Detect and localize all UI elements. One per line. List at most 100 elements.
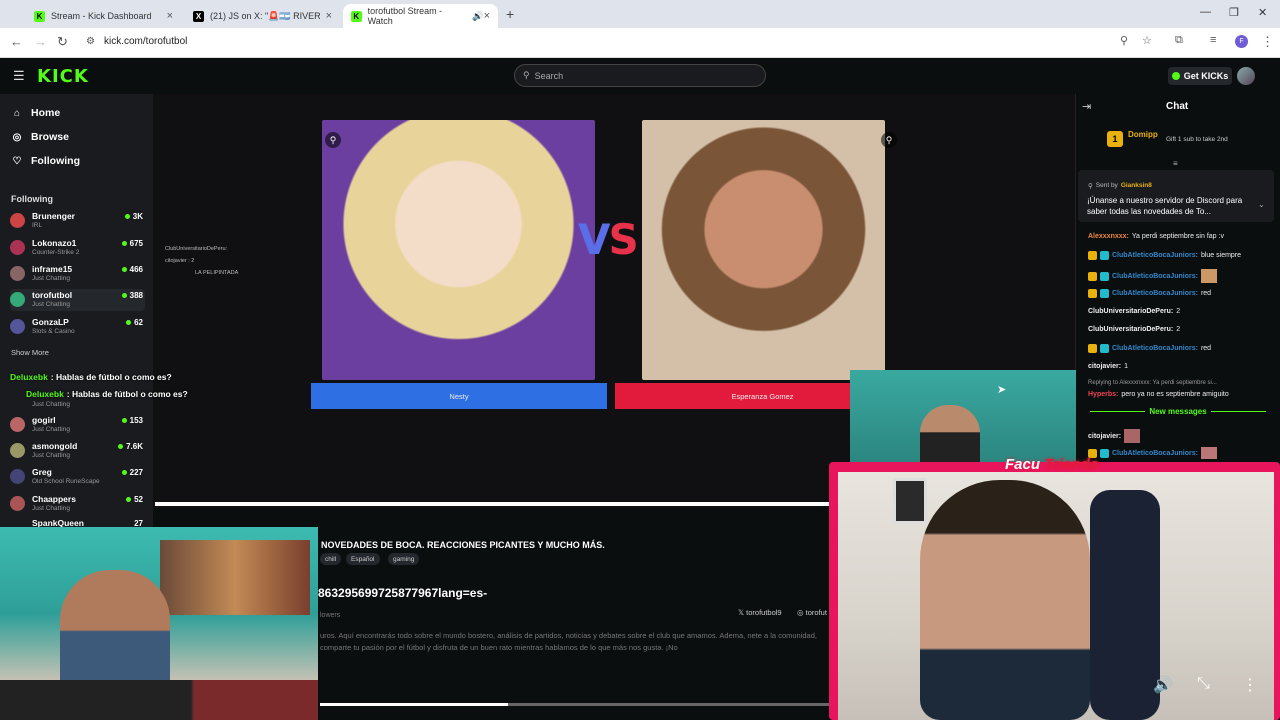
forward-icon[interactable]: → [34, 34, 47, 49]
channel-name: torofutbol [32, 290, 73, 300]
restore-icon[interactable]: ❐ [1229, 6, 1239, 19]
pinned-sender-name: Gianksin8 [1120, 182, 1152, 189]
sidebar-item-inframe15[interactable]: inframe15 Just Chatting 466 [10, 263, 145, 285]
viewer-count: 466 [121, 265, 143, 274]
get-kicks-button[interactable]: Get KICKs [1168, 67, 1232, 85]
media-controls-icon[interactable]: ≡ [1210, 34, 1216, 46]
more-options-icon[interactable]: ⋮ [1242, 675, 1258, 695]
floating-chat-line: Deluxebk: Hablas de fútbol o como es? [26, 389, 188, 399]
viewer-count: 3K [124, 212, 143, 221]
nav-following[interactable]: ♡ Following [11, 155, 80, 167]
sidebar-item-gonzalp[interactable]: GonzaLP Slots & Casino 62 [10, 316, 145, 338]
zoom-icon[interactable]: ⚲ [1120, 34, 1128, 47]
browser-tab-torofutbol[interactable]: K torofutbol Stream - Watch 🔊 × [343, 4, 498, 28]
gift-sub-text[interactable]: Gift 1 sub to take 2nd [1166, 136, 1228, 143]
channel-name: Greg [32, 467, 52, 477]
sidebar-item-brunenger[interactable]: Brunenger IRL 3K [10, 210, 145, 232]
chat-username[interactable]: ClubUniversitarioDePeru: [1088, 308, 1173, 315]
avatar [10, 319, 25, 334]
search-input[interactable]: ⚲ Search [514, 64, 766, 87]
live-dot-icon [121, 241, 127, 246]
stream-divider-bar [155, 502, 835, 506]
sidebar-item-asmongold[interactable]: asmongold Just Chatting 7.6K [10, 440, 145, 462]
instagram-social-link[interactable]: ◎ torofut [797, 608, 827, 617]
reload-icon[interactable]: ↻ [57, 34, 68, 50]
kick-logo[interactable]: KICK [37, 66, 89, 87]
chat-message: ClubAtleticoBocaJuniors: red [1088, 289, 1211, 298]
contestant-photo-left [322, 120, 595, 380]
tag-espanol[interactable]: Español [346, 553, 380, 565]
chat-message: citojavier: [1088, 429, 1141, 443]
back-icon[interactable]: ← [10, 34, 23, 49]
close-icon[interactable]: × [326, 10, 332, 22]
kick-icon: K [34, 10, 45, 22]
chat-username[interactable]: ClubAtleticoBocaJuniors: [1112, 345, 1198, 352]
browser-tab-x[interactable]: X (21) JS on X: "🚨🇦🇷 RIVER PLATE × [185, 4, 340, 28]
browser-tab-kick-dashboard[interactable]: K Stream - Kick Dashboard × [26, 4, 181, 28]
chat-text: 2 [1176, 308, 1181, 315]
chat-message: ClubUniversitarioDePeru: 2 [1088, 308, 1180, 315]
chat-username[interactable]: citojavier: [1088, 433, 1121, 440]
viewer-count-value: 227 [129, 468, 143, 477]
avatar [10, 292, 25, 307]
x-social-link[interactable]: 𝕏 torofutbol9 [738, 608, 782, 617]
social-handle: torofutbol9 [746, 608, 782, 617]
close-icon[interactable]: × [167, 10, 173, 22]
vip-badge-icon [1100, 344, 1109, 353]
exit-fullscreen-icon[interactable]: ⤡ [1197, 675, 1210, 693]
chat-username[interactable]: ClubAtleticoBocaJuniors: [1112, 290, 1198, 297]
viewer-count: 7.6K [118, 442, 143, 451]
nav-browse[interactable]: ◎ Browse [11, 131, 69, 143]
volume-icon[interactable]: 🔊 [1153, 675, 1173, 695]
close-icon[interactable]: × [484, 10, 490, 22]
chat-username[interactable]: ClubUniversitarioDePeru: [1088, 326, 1173, 333]
sidebar-item-torofutbol[interactable]: torofutbol Just Chatting 388 [10, 289, 145, 311]
followers-label: lowers [320, 612, 341, 619]
kick-icon: K [351, 10, 362, 22]
sidebar-item-spankqueen[interactable]: SpankQueen 27 [10, 517, 145, 527]
chat-username[interactable]: Alexxxnxxx: [1088, 233, 1129, 240]
speaker-icon[interactable]: 🔊 [472, 11, 483, 22]
close-window-icon[interactable]: ✕ [1258, 6, 1267, 19]
channel-name: gogirl [32, 415, 56, 425]
url-field[interactable]: kick.com/torofutbol [104, 36, 187, 47]
viewer-count-value: 466 [129, 265, 143, 274]
sidebar-item-greg[interactable]: Greg Old School RuneScape 227 [10, 466, 145, 488]
chat-username[interactable]: ClubAtleticoBocaJuniors: [1112, 450, 1198, 457]
profile-avatar[interactable]: F [1235, 35, 1248, 48]
chat-text: : Hablas de fútbol o como es? [50, 372, 172, 382]
chat-username[interactable]: ClubAtleticoBocaJuniors: [1112, 273, 1198, 280]
tag-chill[interactable]: chill [320, 553, 342, 565]
sidebar-item-gogirl[interactable]: gogirl Just Chatting 153 [10, 414, 145, 436]
extensions-icon[interactable]: ⧉ [1175, 34, 1183, 47]
channel-category: Just Chatting [32, 401, 70, 408]
chat-username[interactable]: Hyperbs: [1088, 391, 1118, 398]
heart-icon: ♡ [12, 155, 22, 167]
channel-name: GonzaLP [32, 317, 69, 327]
chat-scroll-handle[interactable]: ≡ [1173, 159, 1178, 168]
chat-username[interactable]: citojavier: [1088, 363, 1121, 370]
user-avatar[interactable] [1237, 67, 1255, 85]
sidebar-item-lokonazo1[interactable]: Lokonazo1 Counter-Strike 2 675 [10, 237, 145, 259]
live-dot-icon [121, 293, 127, 298]
minimize-icon[interactable]: — [1200, 6, 1211, 18]
site-info-icon[interactable]: ⚙ [86, 36, 95, 47]
collapse-chat-icon[interactable]: ⇥ [1082, 100, 1091, 113]
show-more-link[interactable]: Show More [11, 348, 49, 357]
nav-home[interactable]: ⌂ Home [11, 107, 60, 119]
chevron-down-icon[interactable]: ⌄ [1258, 200, 1265, 209]
leaderboard-user[interactable]: Domipp [1128, 130, 1158, 139]
tag-gaming[interactable]: gaming [388, 553, 420, 565]
chat-username[interactable]: ClubAtleticoBocaJuniors: [1112, 252, 1198, 259]
streamer-name-banner: Facu Triendo [1005, 456, 1099, 473]
live-dot-icon [121, 267, 127, 272]
browser-menu-icon[interactable]: ⋮ [1261, 34, 1274, 50]
chat-message: ClubUniversitarioDePeru: 2 [1088, 326, 1180, 333]
viewer-count: 62 [126, 318, 143, 327]
new-tab-button[interactable]: + [506, 6, 514, 22]
bookmark-star-icon[interactable]: ☆ [1142, 34, 1152, 47]
hamburger-menu-icon[interactable]: ☰ [13, 68, 25, 84]
chat-text: red [1200, 290, 1212, 297]
sidebar-item-chaappers[interactable]: Chaappers Just Chatting 52 [10, 493, 145, 515]
mouse-cursor-icon: ➤ [997, 384, 1007, 396]
